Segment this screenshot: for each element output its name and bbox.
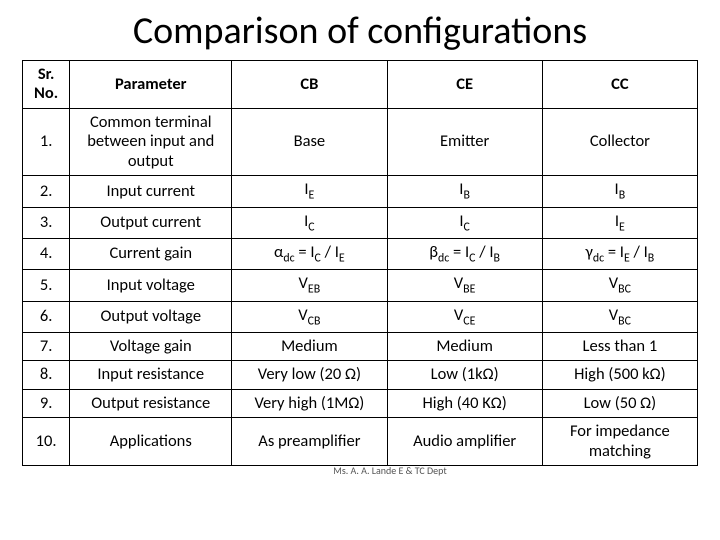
- cell-ce: High (40 KΩ): [387, 389, 542, 417]
- cell-no: 3.: [23, 207, 70, 238]
- cell-ce: VBE: [387, 270, 542, 301]
- cell-cb: αdc = IC / IE: [232, 238, 387, 269]
- cell-param: Output resistance: [70, 389, 232, 417]
- header-sr: Sr. No.: [23, 61, 70, 109]
- cell-ce: Medium: [387, 332, 542, 360]
- cell-no: 6.: [23, 301, 70, 332]
- cell-cb: Very low (20 Ω): [232, 361, 387, 389]
- cell-cc: Collector: [542, 108, 697, 175]
- cell-param: Input voltage: [70, 270, 232, 301]
- cell-param: Input resistance: [70, 361, 232, 389]
- table-row: 8. Input resistance Very low (20 Ω) Low …: [23, 361, 698, 389]
- header-cb: CB: [232, 61, 387, 109]
- cell-cc: γdc = IE / IB: [542, 238, 697, 269]
- cell-cc: High (500 kΩ): [542, 361, 697, 389]
- table-row: 4. Current gain αdc = IC / IE βdc = IC /…: [23, 238, 698, 269]
- header-ce: CE: [387, 61, 542, 109]
- table-row: 1. Common terminal between input and out…: [23, 108, 698, 175]
- table-row: 10. Applications As preamplifier Audio a…: [23, 418, 698, 466]
- table-row: 3. Output current IC IC IE: [23, 207, 698, 238]
- cell-cc: Low (50 Ω): [542, 389, 697, 417]
- cell-cc: VBC: [542, 270, 697, 301]
- cell-cc: IE: [542, 207, 697, 238]
- cell-no: 9.: [23, 389, 70, 417]
- cell-cb: As preamplifier: [232, 418, 387, 466]
- cell-param: Applications: [70, 418, 232, 466]
- cell-cb: VCB: [232, 301, 387, 332]
- cell-ce: Emitter: [387, 108, 542, 175]
- table-row: 6. Output voltage VCB VCE VBC: [23, 301, 698, 332]
- slide: Comparison of configurations Sr. No. Par…: [0, 0, 720, 540]
- cell-cc: VBC: [542, 301, 697, 332]
- cell-cb: Medium: [232, 332, 387, 360]
- cell-ce: Low (1kΩ): [387, 361, 542, 389]
- cell-cc: For impedance matching: [542, 418, 697, 466]
- cell-no: 2.: [23, 176, 70, 207]
- cell-param: Output voltage: [70, 301, 232, 332]
- cell-no: 7.: [23, 332, 70, 360]
- cell-cb: VEB: [232, 270, 387, 301]
- table-row: 9. Output resistance Very high (1MΩ) Hig…: [23, 389, 698, 417]
- cell-ce: IC: [387, 207, 542, 238]
- table-row: 7. Voltage gain Medium Medium Less than …: [23, 332, 698, 360]
- cell-param: Input current: [70, 176, 232, 207]
- cell-cb: Very high (1MΩ): [232, 389, 387, 417]
- cell-cc: IB: [542, 176, 697, 207]
- comparison-table: Sr. No. Parameter CB CE CC 1. Common ter…: [22, 60, 698, 466]
- cell-no: 4.: [23, 238, 70, 269]
- header-param: Parameter: [70, 61, 232, 109]
- cell-cb: IE: [232, 176, 387, 207]
- cell-cb: Base: [232, 108, 387, 175]
- footer-credit: Ms. A. A. Lande E & TC Dept: [22, 464, 698, 477]
- cell-no: 1.: [23, 108, 70, 175]
- cell-param: Voltage gain: [70, 332, 232, 360]
- cell-param: Output current: [70, 207, 232, 238]
- header-cc: CC: [542, 61, 697, 109]
- table-header-row: Sr. No. Parameter CB CE CC: [23, 61, 698, 109]
- table-row: 2. Input current IE IB IB: [23, 176, 698, 207]
- cell-param: Common terminal between input and output: [70, 108, 232, 175]
- cell-ce: VCE: [387, 301, 542, 332]
- cell-no: 10.: [23, 418, 70, 466]
- cell-no: 5.: [23, 270, 70, 301]
- cell-cb: IC: [232, 207, 387, 238]
- cell-ce: βdc = IC / IB: [387, 238, 542, 269]
- cell-param: Current gain: [70, 238, 232, 269]
- cell-no: 8.: [23, 361, 70, 389]
- cell-cc: Less than 1: [542, 332, 697, 360]
- cell-ce: Audio amplifier: [387, 418, 542, 466]
- page-title: Comparison of configurations: [22, 8, 698, 54]
- cell-ce: IB: [387, 176, 542, 207]
- table-row: 5. Input voltage VEB VBE VBC: [23, 270, 698, 301]
